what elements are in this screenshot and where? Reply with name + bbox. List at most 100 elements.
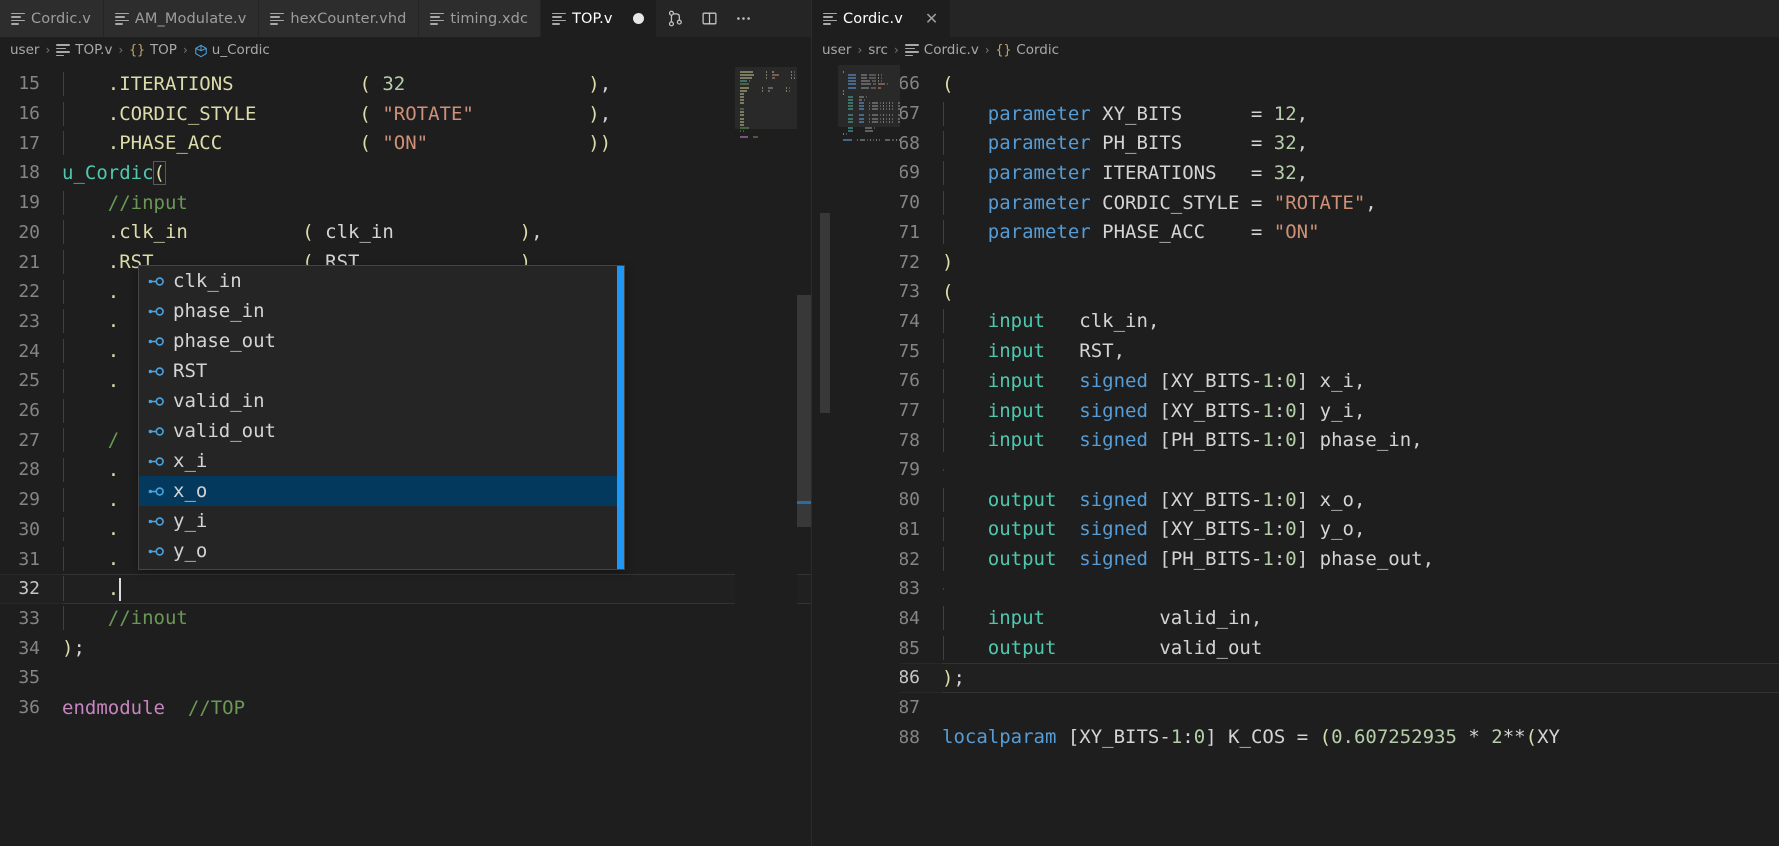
code-line[interactable]: 15 .ITERATIONS ( 32 ), — [0, 69, 811, 99]
suggest-item[interactable]: x_i — [139, 446, 624, 476]
code-line[interactable]: 78 input signed [PH_BITS-1:0] phase_in, — [880, 425, 1779, 455]
breadcrumb-right[interactable]: user › src › Cordic.v › {} Cordic — [812, 37, 1779, 63]
suggest-item[interactable]: phase_out — [139, 326, 624, 356]
code-line[interactable]: 19 //input — [0, 188, 811, 218]
code-line[interactable]: 20 .clk_in ( clk_in ), — [0, 218, 811, 248]
split-editor-icon[interactable] — [693, 0, 727, 37]
editor-left[interactable]: 15 .ITERATIONS ( 32 ), 16 .CORDIC_STYLE (… — [0, 63, 811, 846]
breadcrumb-label: Cordic — [1016, 42, 1060, 58]
code-line[interactable]: 79 — [880, 455, 1779, 485]
minimap-token — [855, 130, 863, 132]
dirty-indicator-icon[interactable] — [632, 13, 644, 24]
suggest-scrollbar-thumb[interactable] — [617, 266, 624, 569]
suggest-item[interactable]: y_i — [139, 506, 624, 536]
code-line[interactable]: 16 .CORDIC_STYLE ( "ROTATE" ), — [0, 99, 811, 129]
code-line[interactable]: 70 parameter CORDIC_STYLE = "ROTATE", — [880, 188, 1779, 218]
code-line[interactable]: 86); — [880, 663, 1779, 693]
code-line[interactable]: 67 parameter XY_BITS = 12, — [880, 99, 1779, 129]
code-line[interactable]: 84 input valid_in, — [880, 604, 1779, 634]
code-line[interactable]: 36 endmodule //TOP — [0, 693, 811, 723]
code-line[interactable]: 34); — [0, 633, 811, 663]
code-content: .clk_in ( clk_in ), — [62, 220, 811, 245]
code-line[interactable]: 87 — [880, 693, 1779, 723]
code-line[interactable]: 71 parameter PHASE_ACC = "ON" — [880, 218, 1779, 248]
code-line[interactable]: 33 //inout — [0, 604, 811, 634]
minimap-token — [876, 139, 878, 142]
tab-label: Cordic.v — [31, 10, 91, 27]
code-line[interactable]: 72) — [880, 247, 1779, 277]
breadcrumb-item-user[interactable]: user — [10, 42, 39, 58]
more-actions-icon[interactable] — [727, 0, 761, 37]
code-line[interactable]: 73( — [880, 277, 1779, 307]
code-line[interactable]: 77 input signed [XY_BITS-1:0] y_i, — [880, 396, 1779, 426]
breadcrumb-item-src[interactable]: src — [868, 42, 888, 58]
minimap-token — [896, 139, 898, 142]
code-line[interactable]: 82 output signed [PH_BITS-1:0] phase_out… — [880, 544, 1779, 574]
breadcrumb-separator-icon: › — [857, 43, 863, 57]
suggest-item[interactable]: valid_out — [139, 416, 624, 446]
code-line[interactable]: 80 output signed [XY_BITS-1:0] x_o, — [880, 485, 1779, 515]
tab-top-v[interactable]: TOP.v — [541, 0, 657, 37]
suggest-widget[interactable]: clk_in phase_in phase_out RST valid_in valid_… — [138, 265, 625, 570]
suggest-item[interactable]: clk_in — [139, 266, 624, 296]
suggest-item[interactable]: x_o — [139, 476, 624, 506]
suggest-item[interactable]: phase_in — [139, 296, 624, 326]
tab-hexcounter-vhd[interactable]: hexCounter.vhd — [259, 0, 420, 37]
suggest-item[interactable]: valid_in — [139, 386, 624, 416]
tab-timing-xdc[interactable]: timing.xdc — [419, 0, 542, 37]
code-token: y_i — [1319, 399, 1354, 422]
breadcrumb-item-top-v[interactable]: TOP.v — [56, 42, 112, 58]
source-control-icon[interactable] — [659, 0, 693, 37]
code-line[interactable]: 17 .PHASE_ACC ( "ON" )) — [0, 128, 811, 158]
indent-guide — [63, 220, 64, 245]
minimap-right[interactable] — [838, 63, 900, 846]
code-token: signed — [1079, 548, 1148, 571]
scrollbar-thumb[interactable] — [820, 213, 830, 413]
code-token: ( — [359, 72, 371, 95]
editor-scrollbar-left[interactable] — [797, 63, 811, 846]
code-token: 0 — [1285, 488, 1297, 511]
code-line[interactable]: 32 . — [0, 573, 811, 604]
code-token: ] — [1296, 488, 1309, 511]
suggest-item[interactable]: RST — [139, 356, 624, 386]
minimap-token — [899, 139, 900, 142]
code-line[interactable]: 66( — [880, 69, 1779, 99]
code-token: , — [1296, 132, 1309, 155]
code-line[interactable]: 88 localparam [XY_BITS-1:0] K_COS = (0.60… — [880, 722, 1779, 752]
code-line[interactable]: 76 input signed [XY_BITS-1:0] x_i, — [880, 366, 1779, 396]
breadcrumb-left[interactable]: user › TOP.v › {} TOP › u_Cordic — [0, 37, 811, 63]
breadcrumb-item-cordic[interactable]: {} Cordic — [996, 42, 1059, 58]
indent-guide — [63, 606, 64, 631]
tab-am-modulate-v[interactable]: AM_Modulate.v — [103, 0, 260, 37]
editor-right[interactable]: 66(67 parameter XY_BITS = 12, 68 paramete… — [812, 63, 1779, 846]
indent-guide — [63, 517, 64, 542]
suggest-item[interactable]: y_o — [139, 536, 624, 566]
breadcrumb-item-top[interactable]: {} TOP — [129, 42, 177, 58]
code-line[interactable]: 85 output valid_out — [880, 633, 1779, 663]
code-line[interactable]: 75 input RST, — [880, 336, 1779, 366]
minimap-slider[interactable] — [838, 65, 900, 127]
editor-scrollbar-right[interactable] — [820, 63, 830, 846]
minimap-left[interactable] — [735, 63, 797, 846]
code-line[interactable]: 18 u_Cordic( — [0, 158, 811, 188]
code-line[interactable]: 35 — [0, 663, 811, 693]
minimap-slider[interactable] — [735, 67, 797, 129]
code-line[interactable]: 81 output signed [XY_BITS-1:0] y_o, — [880, 515, 1779, 545]
code-line[interactable]: 69 parameter ITERATIONS = 32, — [880, 158, 1779, 188]
breadcrumb-item-u-cordic[interactable]: u_Cordic — [194, 42, 270, 58]
tab-cordic-v[interactable]: Cordic.v — [0, 0, 104, 37]
code-line[interactable]: 83 — [880, 574, 1779, 604]
breadcrumb-item-user[interactable]: user — [822, 42, 851, 58]
code-line[interactable]: 74 input clk_in, — [880, 307, 1779, 337]
code-token: input — [987, 310, 1045, 333]
scrollbar-thumb[interactable] — [797, 295, 811, 527]
tab-cordic-v[interactable]: Cordic.v ✕ — [812, 0, 952, 37]
code-token: ) — [62, 637, 74, 660]
code-line[interactable]: 68 parameter PH_BITS = 32, — [880, 128, 1779, 158]
breadcrumb-item-cordic-v[interactable]: Cordic.v — [904, 42, 979, 58]
code-token: //input — [62, 191, 188, 214]
suggest-scrollbar[interactable] — [617, 266, 624, 569]
close-icon[interactable]: ✕ — [925, 10, 938, 27]
